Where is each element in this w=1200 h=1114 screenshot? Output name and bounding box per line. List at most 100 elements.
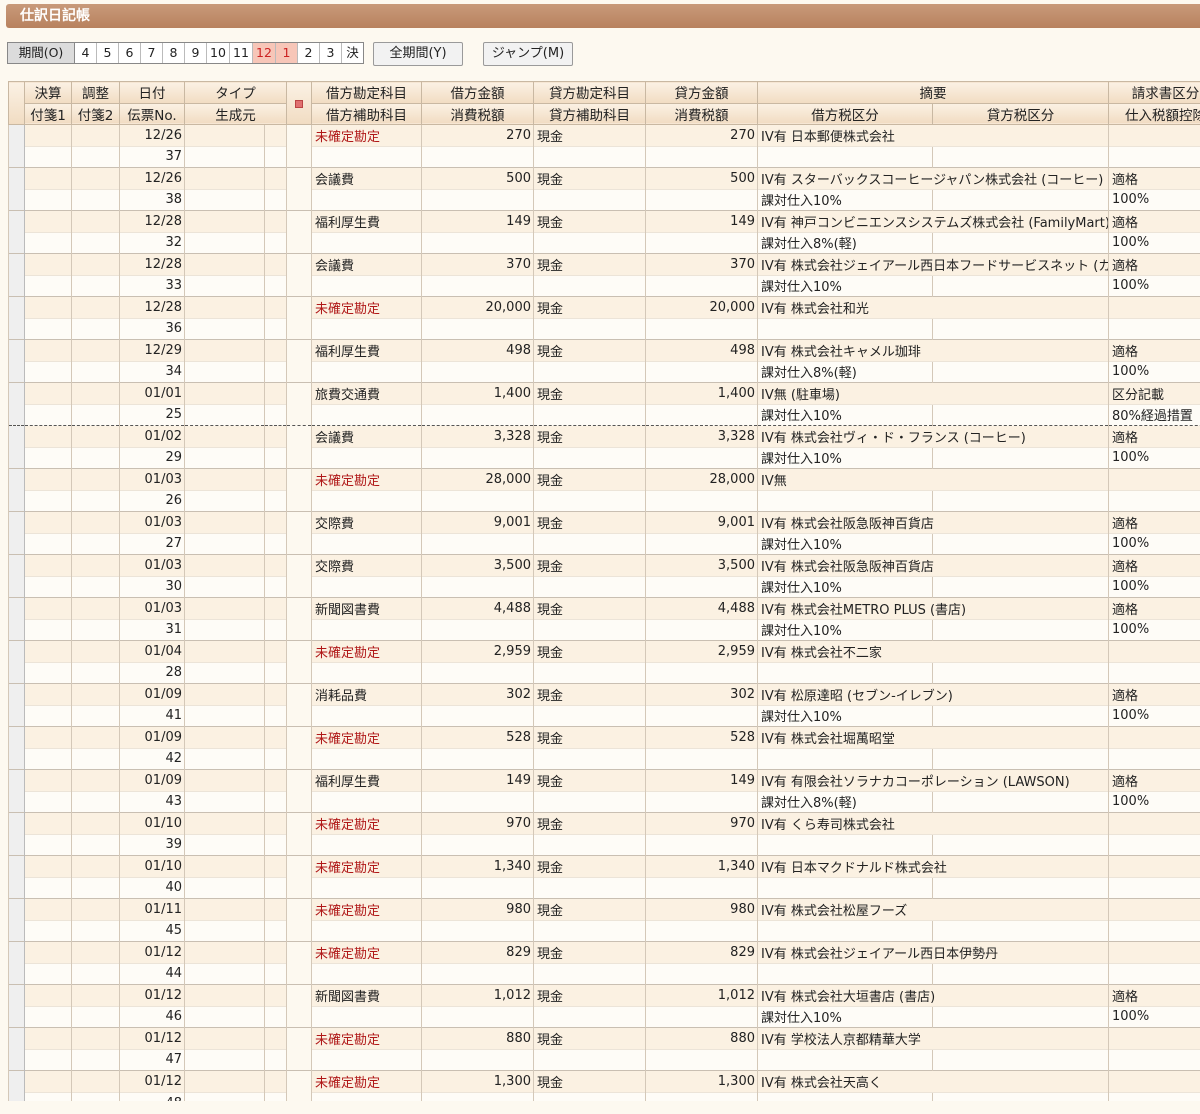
debit-sub-account-cell[interactable] [311, 403, 422, 426]
credit-sub-account-cell[interactable] [533, 833, 646, 856]
debit-sub-account-cell[interactable] [311, 532, 422, 555]
credit-tax-class-cell[interactable] [932, 919, 1109, 942]
debit-sub-account-cell[interactable] [311, 145, 422, 168]
tag1-cell[interactable] [24, 360, 72, 383]
date-cell[interactable]: 01/03 [119, 511, 185, 533]
credit-tax-class-cell[interactable] [932, 145, 1109, 168]
period-month-13[interactable]: 決 [342, 43, 363, 63]
chousei-cell[interactable] [71, 554, 120, 576]
slip-no-cell[interactable]: 37 [119, 145, 185, 168]
chousei-cell[interactable] [71, 855, 120, 877]
credit-account-cell[interactable]: 現金 [533, 124, 646, 146]
tag1-cell[interactable] [24, 962, 72, 985]
debit-amount-cell[interactable]: 9,001 [421, 511, 534, 533]
journal-entry-subrow[interactable]: 42 [9, 747, 1200, 770]
credit-account-cell[interactable]: 現金 [533, 511, 646, 533]
col-header-credit-account[interactable]: 貸方勘定科目 [533, 81, 646, 104]
chousei-cell[interactable] [71, 984, 120, 1006]
row-header[interactable] [8, 640, 25, 684]
credit-account-cell[interactable]: 現金 [533, 898, 646, 920]
row-header[interactable] [8, 554, 25, 598]
col-header-source[interactable]: 生成元 [184, 102, 287, 125]
credit-amount-cell[interactable]: 970 [645, 812, 758, 834]
col-header-tag2[interactable]: 付箋2 [71, 102, 120, 125]
date-cell[interactable]: 12/26 [119, 124, 185, 146]
credit-amount-cell[interactable]: 20,000 [645, 296, 758, 318]
journal-entry-subrow[interactable]: 40 [9, 876, 1200, 899]
tag1-cell[interactable] [24, 575, 72, 598]
type-sub-cell[interactable] [264, 597, 287, 619]
type-cell[interactable] [184, 554, 265, 576]
purchase-deduction-cell[interactable] [1108, 1048, 1200, 1071]
journal-entry-subrow[interactable]: 37 [9, 145, 1200, 168]
credit-tax-amount-cell[interactable] [645, 704, 758, 727]
debit-account-cell[interactable]: 未確定勘定 [311, 812, 422, 834]
journal-entry-subrow[interactable]: 38 課対仕入10% 100% [9, 188, 1200, 211]
type-sub-cell[interactable] [264, 425, 287, 447]
debit-account-cell[interactable]: 未確定勘定 [311, 468, 422, 490]
kessan-cell[interactable] [24, 984, 72, 1006]
tag2-cell[interactable] [71, 532, 120, 555]
debit-sub-account-cell[interactable] [311, 360, 422, 383]
type-cell[interactable] [184, 468, 265, 490]
kessan-cell[interactable] [24, 812, 72, 834]
invoice-type-cell[interactable]: 適格 [1108, 167, 1200, 189]
purchase-deduction-cell[interactable]: 100% [1108, 446, 1200, 469]
debit-tax-class-cell[interactable]: 課対仕入10% [757, 704, 933, 727]
invoice-type-cell[interactable]: 適格 [1108, 769, 1200, 791]
purchase-deduction-cell[interactable] [1108, 1091, 1200, 1101]
row-header[interactable] [8, 683, 25, 727]
slip-no-cell[interactable]: 28 [119, 661, 185, 684]
debit-amount-cell[interactable]: 829 [421, 941, 534, 963]
memo-cell[interactable]: IV有 神戸コンビニエンスシステムズ株式会社 (FamilyMart) [757, 210, 1109, 232]
journal-entry-subrow[interactable]: 28 [9, 661, 1200, 684]
row-header[interactable] [8, 253, 25, 297]
journal-entry-subrow[interactable]: 31 課対仕入10% 100% [9, 618, 1200, 641]
kessan-cell[interactable] [24, 597, 72, 619]
slip-no-cell[interactable]: 46 [119, 1005, 185, 1028]
credit-tax-amount-cell[interactable] [645, 1048, 758, 1071]
credit-account-cell[interactable]: 現金 [533, 382, 646, 404]
journal-entry-row[interactable]: 01/03 未確定勘定 28,000 現金 28,000 IV無 [8, 468, 1200, 512]
type-sub-cell[interactable] [264, 769, 287, 791]
row-header[interactable] [8, 984, 25, 1028]
source-sub-cell[interactable] [264, 747, 287, 770]
debit-account-cell[interactable]: 会議費 [311, 167, 422, 189]
debit-account-cell[interactable]: 未確定勘定 [311, 296, 422, 318]
source-sub-cell[interactable] [264, 704, 287, 727]
date-cell[interactable]: 01/09 [119, 726, 185, 748]
type-cell[interactable] [184, 382, 265, 404]
journal-entry-subrow[interactable]: 46 課対仕入10% 100% [9, 1005, 1200, 1028]
type-cell[interactable] [184, 898, 265, 920]
journal-entry-subrow[interactable]: 48 [9, 1091, 1200, 1101]
purchase-deduction-cell[interactable] [1108, 919, 1200, 942]
debit-sub-account-cell[interactable] [311, 919, 422, 942]
slip-no-cell[interactable]: 47 [119, 1048, 185, 1071]
col-header-slip-no[interactable]: 伝票No. [119, 102, 185, 125]
kessan-cell[interactable] [24, 1027, 72, 1049]
date-cell[interactable]: 01/12 [119, 1070, 185, 1092]
credit-tax-class-cell[interactable] [932, 489, 1109, 512]
type-sub-cell[interactable] [264, 941, 287, 963]
type-cell[interactable] [184, 812, 265, 834]
journal-entry-row[interactable]: 01/03 交際費 9,001 現金 9,001 IV有 株式会社阪急阪神百貨店 適格 [8, 511, 1200, 555]
debit-tax-amount-cell[interactable] [421, 231, 534, 254]
tag1-cell[interactable] [24, 919, 72, 942]
journal-entry-subrow[interactable]: 33 課対仕入10% 100% [9, 274, 1200, 297]
period-month-12[interactable]: 3 [320, 43, 342, 63]
debit-tax-class-cell[interactable] [757, 962, 933, 985]
debit-account-cell[interactable]: 旅費交通費 [311, 382, 422, 404]
period-month-10[interactable]: 1 [276, 43, 298, 63]
credit-amount-cell[interactable]: 1,400 [645, 382, 758, 404]
debit-account-cell[interactable]: 未確定勘定 [311, 855, 422, 877]
invoice-type-cell[interactable] [1108, 812, 1200, 834]
debit-sub-account-cell[interactable] [311, 618, 422, 641]
tag2-cell[interactable] [71, 618, 120, 641]
debit-amount-cell[interactable]: 500 [421, 167, 534, 189]
credit-amount-cell[interactable]: 3,500 [645, 554, 758, 576]
credit-account-cell[interactable]: 現金 [533, 1070, 646, 1092]
tag2-cell[interactable] [71, 1005, 120, 1028]
period-month-9[interactable]: 12 [253, 43, 276, 63]
credit-tax-class-cell[interactable] [932, 532, 1109, 555]
kessan-cell[interactable] [24, 769, 72, 791]
